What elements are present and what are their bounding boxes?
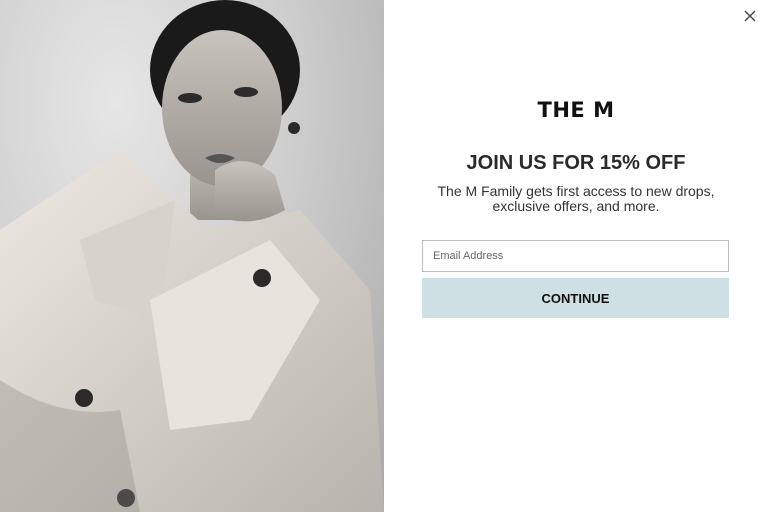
signup-modal: THE M JOIN US FOR 15% OFF The M Family g…	[0, 0, 768, 512]
signup-panel: THE M JOIN US FOR 15% OFF The M Family g…	[384, 0, 768, 512]
offer-description: The M Family gets first access to new dr…	[437, 183, 715, 214]
close-button[interactable]	[740, 6, 760, 26]
brand-logo: THE M	[537, 98, 615, 122]
close-icon	[744, 10, 756, 22]
continue-button[interactable]: CONTINUE	[422, 278, 729, 318]
email-input[interactable]	[422, 240, 729, 272]
hero-image	[0, 0, 384, 512]
offer-headline: JOIN US FOR 15% OFF	[466, 152, 686, 174]
